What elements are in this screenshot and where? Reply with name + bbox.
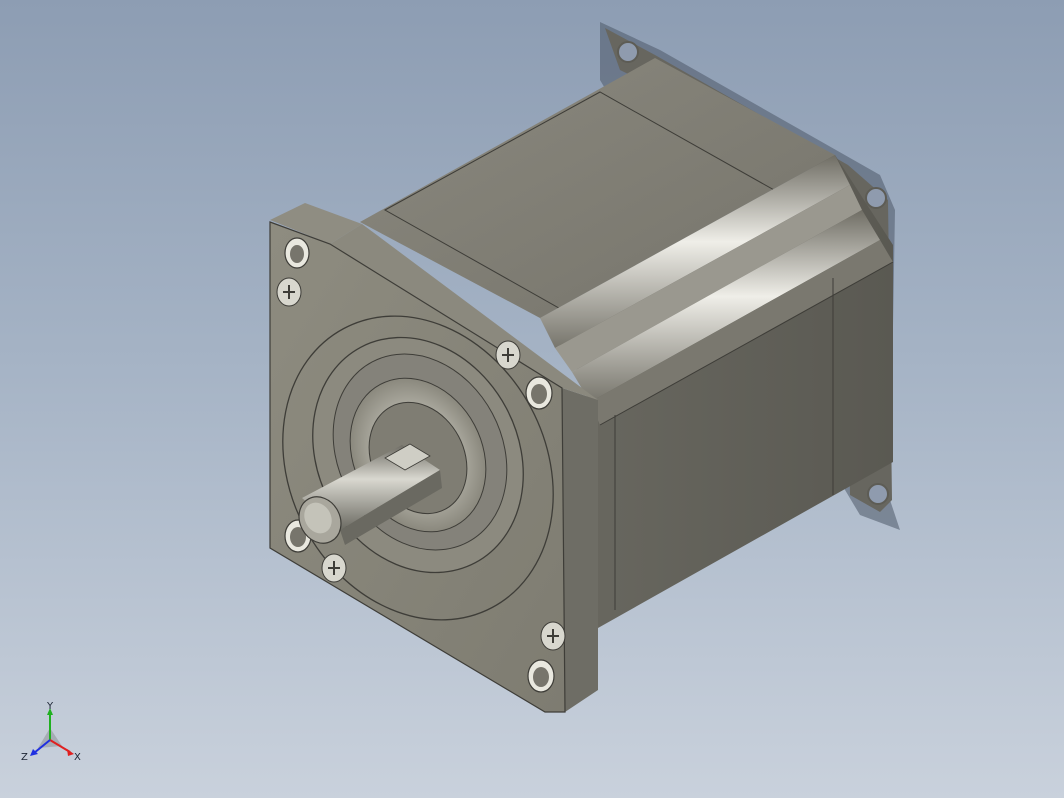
z-axis-label: Z: [21, 752, 28, 763]
view-orientation-triad[interactable]: Y X Z: [18, 700, 88, 770]
screw-2: [495, 340, 521, 370]
x-axis-label: X: [74, 752, 81, 763]
screw-4: [540, 621, 566, 651]
screw-1: [276, 277, 302, 307]
screw-3: [321, 553, 347, 583]
stepper-motor-model[interactable]: [0, 0, 1064, 798]
x-arrow-icon: [67, 749, 74, 756]
graphics-viewport[interactable]: Y X Z: [0, 0, 1064, 798]
y-axis-label: Y: [46, 701, 54, 712]
